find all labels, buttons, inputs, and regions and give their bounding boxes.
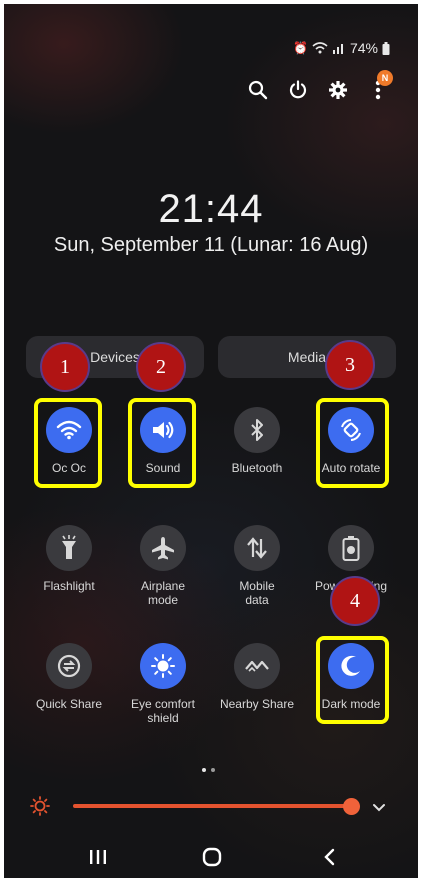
power-icon: [289, 80, 307, 99]
media-label: Media: [287, 349, 327, 365]
status-bar: ⏰ 74%: [293, 40, 390, 56]
clock-time: 21:44: [158, 187, 264, 231]
settings-button[interactable]: [324, 76, 352, 104]
step-marker-4: 4: [330, 576, 380, 626]
highlight-box-1: [34, 398, 102, 488]
brightness-slider-thumb[interactable]: [343, 798, 361, 815]
step-marker-1: 1: [40, 342, 90, 392]
tile-icon-circle: [328, 525, 374, 571]
brightness-slider[interactable]: [73, 804, 352, 808]
flashlight-icon: [62, 535, 76, 559]
step-marker-2: 2: [136, 342, 186, 392]
recents-button[interactable]: [78, 842, 118, 872]
tile-quick-share[interactable]: Quick Share: [29, 643, 109, 711]
tile-label: Mobile data: [239, 579, 275, 607]
wifi-icon: [312, 42, 328, 54]
battery-percent: 74%: [349, 40, 378, 56]
tile-icon-circle: [140, 643, 186, 689]
tile-label: Airplane mode: [140, 579, 186, 607]
tile-icon-circle: [234, 525, 280, 571]
recents-icon: [90, 850, 106, 864]
eye-comfort-icon: [151, 654, 175, 678]
quick-share-icon: [57, 654, 81, 678]
home-icon: [202, 847, 222, 867]
tile-flashlight[interactable]: Flashlight: [29, 525, 109, 593]
tile-bluetooth[interactable]: Bluetooth: [217, 407, 297, 475]
tile-icon-circle: [46, 525, 92, 571]
airplane-icon: [152, 537, 174, 560]
notification-badge: N: [377, 70, 393, 86]
signal-icon: [332, 44, 343, 54]
tile-label: Eye comfort shield: [130, 697, 196, 725]
tile-eye-comfort[interactable]: Eye comfort shield: [123, 643, 203, 725]
tile-label: Nearby Share: [219, 697, 295, 711]
bluetooth-icon: [251, 419, 263, 441]
step-marker-3: 3: [325, 340, 375, 390]
battery-saver-icon: [342, 536, 360, 561]
tile-icon-circle: [234, 407, 280, 453]
mobile-data-icon: [247, 537, 267, 559]
page-dot-active[interactable]: [202, 768, 206, 772]
tile-label: Quick Share: [35, 697, 103, 711]
devices-label: Devices: [90, 349, 140, 365]
alarm-icon: ⏰: [293, 41, 308, 55]
expand-button[interactable]: [372, 800, 386, 818]
nearby-share-icon: [245, 660, 269, 672]
power-button[interactable]: [284, 76, 312, 104]
back-icon: [324, 848, 335, 866]
highlight-box-4: [316, 636, 389, 724]
clock-date: Sun, September 11 (Lunar: 16 Aug): [53, 234, 369, 256]
tile-label: Flashlight: [43, 579, 95, 593]
chevron-down-icon: [373, 804, 385, 812]
phone-screen: ⏰ 74% N 21:44 Sun, September 11 (Lunar: …: [4, 4, 418, 878]
highlight-box-2: [128, 398, 196, 488]
tile-mobile-data[interactable]: Mobile data: [217, 525, 297, 607]
home-button[interactable]: [192, 842, 232, 872]
tile-icon-circle: [46, 643, 92, 689]
back-button[interactable]: [309, 842, 349, 872]
search-icon: [248, 80, 268, 100]
gear-icon: [329, 81, 347, 99]
tile-nearby-share[interactable]: Nearby Share: [217, 643, 297, 711]
tile-airplane-mode[interactable]: Airplane mode: [123, 525, 203, 607]
page-indicator: [202, 768, 215, 772]
battery-icon: [382, 41, 390, 55]
tile-label: Bluetooth: [231, 461, 283, 475]
brightness-sun-icon: [30, 796, 50, 821]
search-button[interactable]: [244, 76, 272, 104]
highlight-box-3: [316, 398, 389, 488]
page-dot[interactable]: [211, 768, 215, 772]
tile-icon-circle: [234, 643, 280, 689]
tile-icon-circle: [140, 525, 186, 571]
